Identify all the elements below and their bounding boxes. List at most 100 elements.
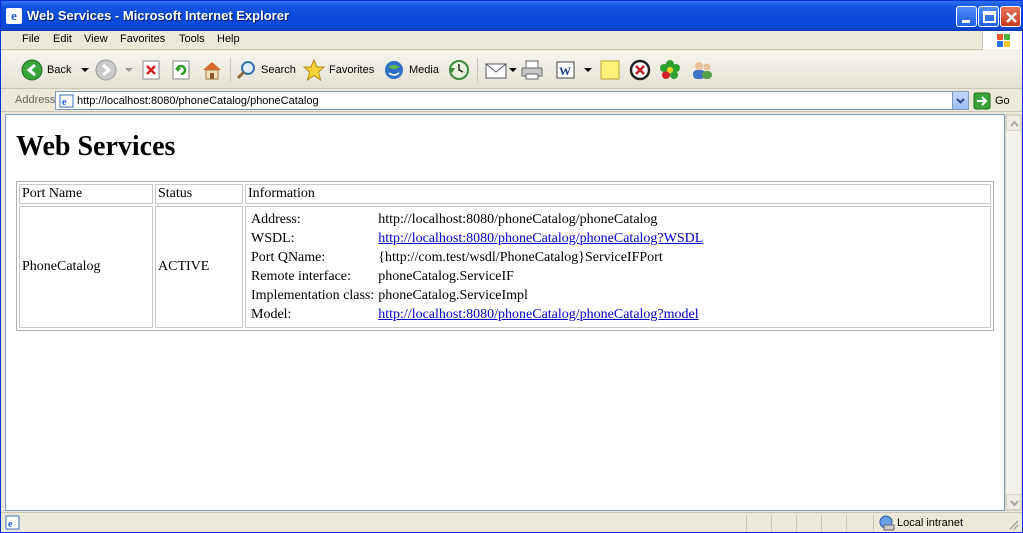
- intranet-icon: [879, 515, 895, 531]
- vertical-scrollbar[interactable]: [1005, 114, 1022, 511]
- favorites-button[interactable]: Favorites: [303, 56, 374, 84]
- resize-grip-icon[interactable]: [1007, 518, 1019, 530]
- stop-button[interactable]: [141, 56, 161, 84]
- page-content: Web Services Port Name Status Informatio…: [5, 114, 1005, 511]
- address-label: Address: [15, 94, 56, 106]
- menu-tools[interactable]: Tools: [175, 33, 209, 45]
- info-row-address: Address: http://localhost:8080/phoneCata…: [249, 210, 705, 229]
- edit-dropdown-icon[interactable]: [583, 65, 593, 75]
- remote-interface-value: phoneCatalog.ServiceIF: [378, 268, 514, 284]
- header-status: Status: [155, 184, 243, 204]
- status-divider: [796, 515, 797, 531]
- table-row: PhoneCatalog ACTIVE Address: http://loca…: [19, 206, 991, 328]
- info-label: WSDL:: [251, 230, 295, 246]
- chevron-down-icon: [1010, 500, 1019, 507]
- back-button[interactable]: Back: [21, 56, 91, 84]
- people-icon: [693, 62, 712, 79]
- search-label: Search: [261, 64, 296, 76]
- cell-status: ACTIVE: [155, 206, 243, 328]
- edit-button[interactable]: W: [555, 56, 593, 84]
- menu-file[interactable]: File: [18, 33, 44, 45]
- chevron-up-icon: [1010, 120, 1019, 127]
- back-label: Back: [47, 64, 72, 76]
- svg-text:W: W: [559, 64, 571, 78]
- svg-text:e: e: [8, 519, 13, 530]
- status-divider: [771, 515, 772, 531]
- go-arrow-icon: [973, 92, 991, 110]
- refresh-button[interactable]: [171, 56, 191, 84]
- close-button[interactable]: [1000, 6, 1021, 27]
- chevron-down-icon: [956, 98, 965, 104]
- history-button[interactable]: [447, 56, 471, 84]
- table-header-row: Port Name Status Information: [19, 184, 991, 204]
- info-row-remote-interface: Remote interface: phoneCatalog.ServiceIF: [249, 267, 705, 286]
- scroll-down-button[interactable]: [1006, 494, 1021, 510]
- contacts-button[interactable]: [690, 56, 714, 84]
- maximize-icon: [983, 11, 996, 23]
- menu-help[interactable]: Help: [213, 33, 244, 45]
- address-input[interactable]: e http://localhost:8080/phoneCatalog/pho…: [55, 91, 969, 110]
- search-icon: [236, 61, 255, 80]
- info-label: Address:: [251, 211, 301, 227]
- print-icon: [521, 60, 543, 80]
- menu-view[interactable]: View: [80, 33, 112, 45]
- discuss-button[interactable]: [599, 56, 621, 84]
- scroll-up-button[interactable]: [1006, 115, 1021, 131]
- address-value: http://localhost:8080/phoneCatalog/phone…: [378, 211, 658, 227]
- go-button[interactable]: Go: [973, 92, 1010, 110]
- standard-toolbar: Back Search Favorites Media W: [1, 51, 1022, 89]
- menu-edit[interactable]: Edit: [49, 33, 76, 45]
- ie-app-icon[interactable]: e: [6, 8, 22, 24]
- media-label: Media: [409, 64, 439, 76]
- windows-logo-icon: [982, 31, 1022, 50]
- forward-arrow-icon: [95, 59, 117, 81]
- search-button[interactable]: Search: [235, 56, 296, 84]
- mail-dropdown-icon[interactable]: [508, 65, 518, 75]
- info-row-port-qname: Port QName: {http://com.test/wsdl/PhoneC…: [249, 248, 705, 267]
- messenger-button[interactable]: [629, 56, 651, 84]
- minimize-button[interactable]: [956, 6, 977, 27]
- back-dropdown-icon[interactable]: [79, 65, 91, 75]
- minimize-icon: [962, 20, 970, 23]
- security-zone-label: Local intranet: [897, 517, 964, 529]
- maximize-button[interactable]: [978, 6, 999, 27]
- page-title: Web Services: [16, 131, 176, 162]
- media-icon: [385, 61, 403, 79]
- home-icon: [203, 62, 221, 80]
- browser-window: e Web Services - Microsoft Internet Expl…: [0, 0, 1023, 533]
- status-divider: [873, 515, 874, 531]
- menu-favorites[interactable]: Favorites: [116, 33, 169, 45]
- forward-button[interactable]: [95, 56, 135, 84]
- address-bar: Address e http://localhost:8080/phoneCat…: [1, 90, 1022, 112]
- info-row-model: Model: http://localhost:8080/phoneCatalo…: [249, 305, 705, 324]
- info-row-wsdl: WSDL: http://localhost:8080/phoneCatalog…: [249, 229, 705, 248]
- implementation-class-value: phoneCatalog.ServiceImpl: [378, 287, 528, 303]
- port-qname-value: {http://com.test/wsdl/PhoneCatalog}Servi…: [378, 249, 663, 265]
- icq-button[interactable]: [659, 56, 681, 84]
- flower-icon: [660, 60, 680, 79]
- title-bar[interactable]: e Web Services - Microsoft Internet Expl…: [1, 1, 1022, 31]
- page-status-icon: e: [5, 515, 20, 530]
- history-icon: [449, 60, 469, 80]
- model-link[interactable]: http://localhost:8080/phoneCatalog/phone…: [378, 307, 698, 322]
- window-title: Web Services - Microsoft Internet Explor…: [27, 8, 289, 23]
- address-dropdown-button[interactable]: [952, 92, 968, 109]
- refresh-icon: [172, 60, 190, 80]
- print-button[interactable]: [520, 56, 544, 84]
- favorites-label: Favorites: [329, 64, 375, 76]
- status-bar: e Local intranet: [1, 512, 1022, 532]
- info-label: Port QName:: [251, 249, 326, 265]
- info-row-implementation-class: Implementation class: phoneCatalog.Servi…: [249, 286, 705, 305]
- note-icon: [600, 60, 620, 80]
- services-table: Port Name Status Information PhoneCatalo…: [16, 181, 994, 331]
- svg-text:e: e: [62, 97, 67, 108]
- go-label: Go: [995, 95, 1010, 107]
- mail-button[interactable]: [484, 56, 518, 84]
- forward-dropdown-icon[interactable]: [123, 65, 135, 75]
- page-icon: e: [59, 94, 74, 108]
- home-button[interactable]: [200, 56, 224, 84]
- menu-bar: File Edit View Favorites Tools Help: [1, 31, 1022, 50]
- media-button[interactable]: Media: [383, 56, 439, 84]
- wsdl-link[interactable]: http://localhost:8080/phoneCatalog/phone…: [378, 231, 703, 246]
- favorites-star-icon: [303, 59, 325, 81]
